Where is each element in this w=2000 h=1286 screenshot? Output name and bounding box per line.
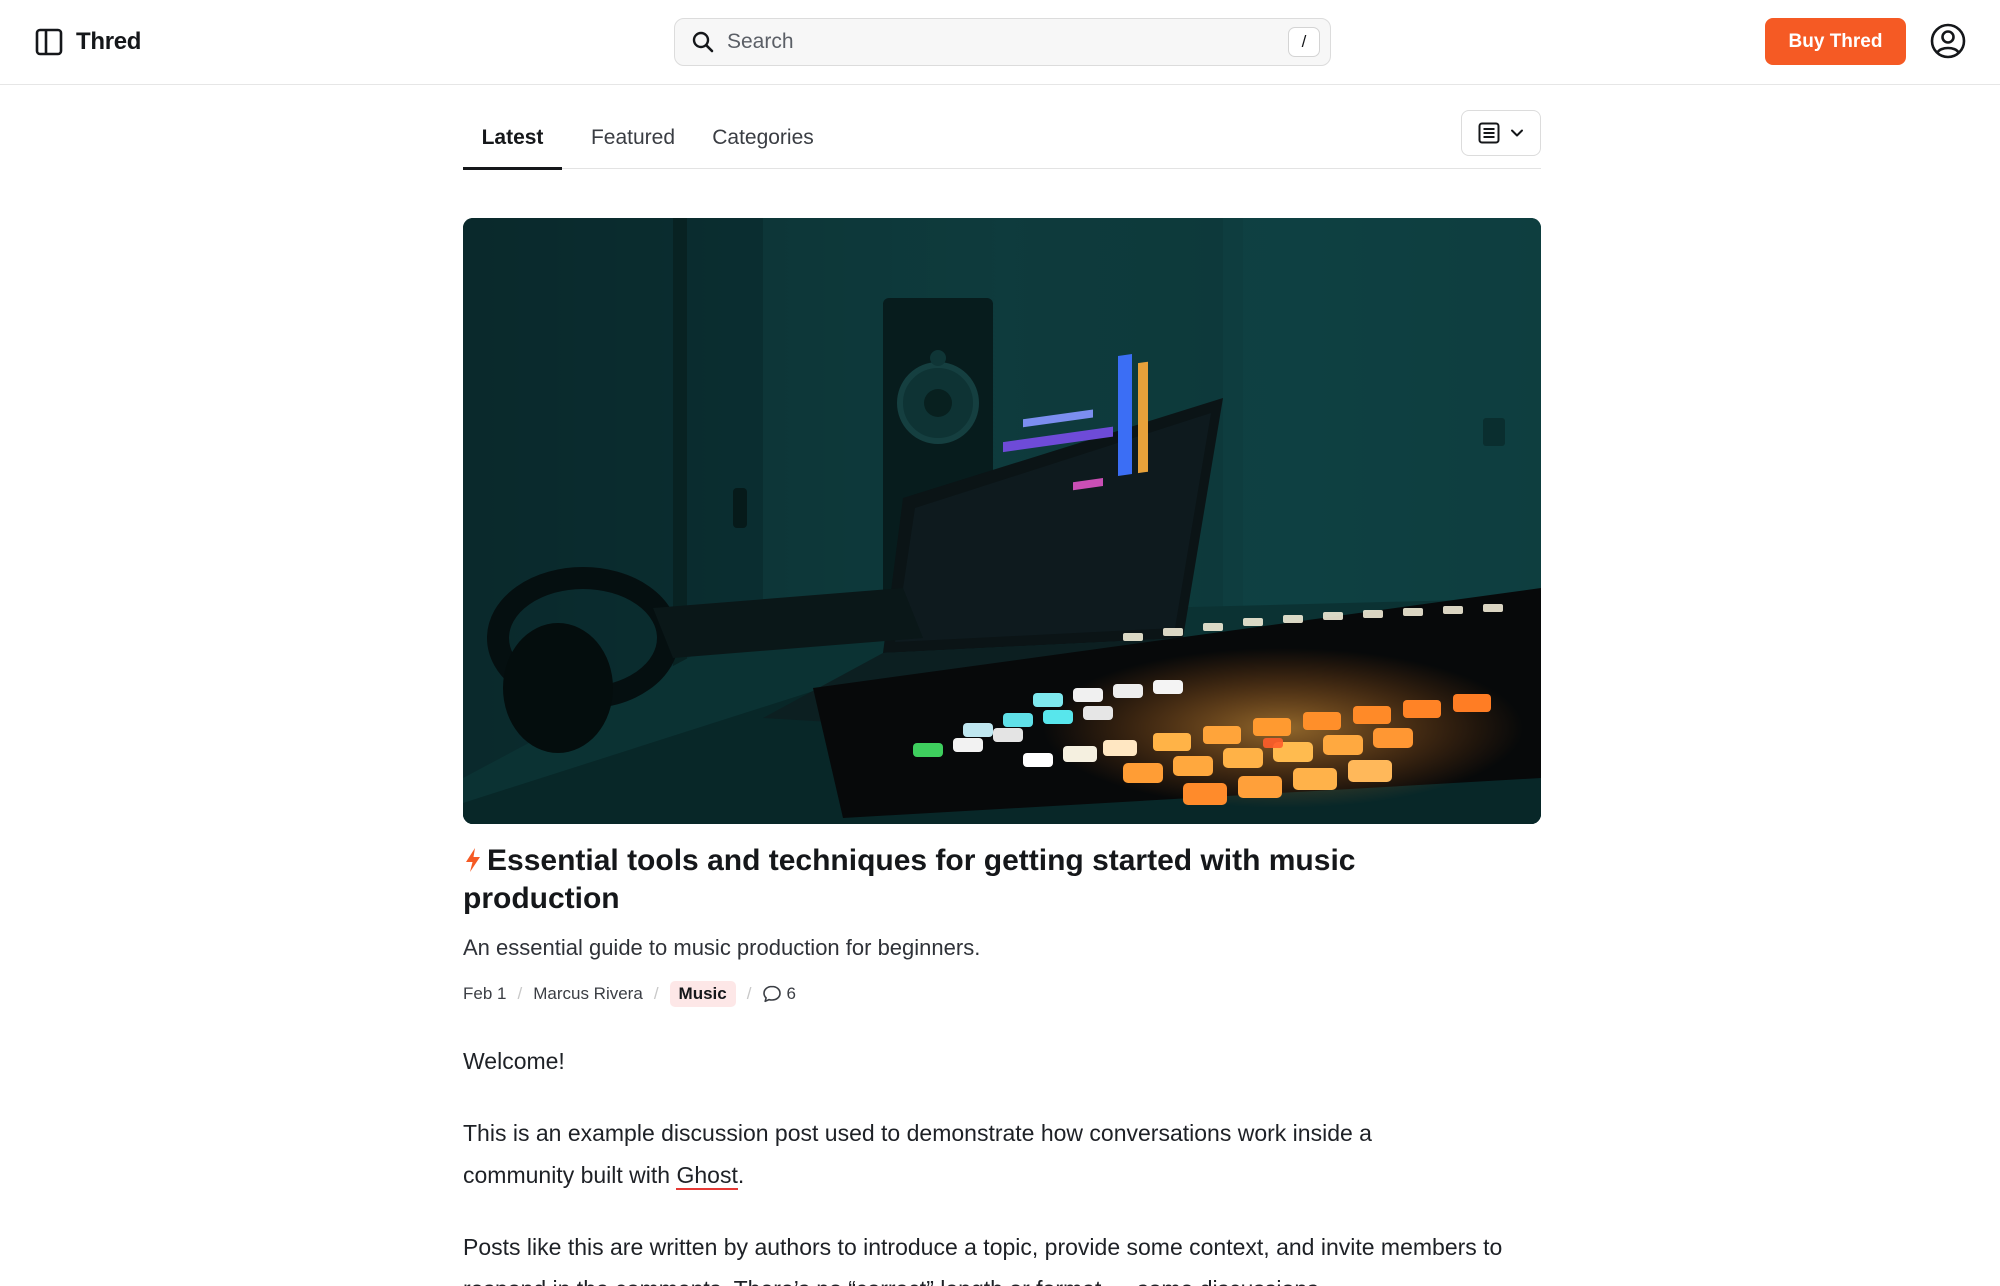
- brand-logo-link[interactable]: Thred: [34, 24, 141, 60]
- post-author[interactable]: Marcus Rivera: [533, 984, 643, 1004]
- tab-featured[interactable]: Featured: [583, 108, 683, 168]
- search-icon: [692, 31, 714, 53]
- post-body-paragraph: Posts like this are written by authors t…: [463, 1234, 1503, 1286]
- comment-count: 6: [786, 984, 796, 1003]
- paragraph-text: This is an example discussion post used …: [463, 1120, 1372, 1188]
- music-studio-illustration: [463, 218, 1541, 824]
- brand-name: Thred: [76, 28, 142, 55]
- search-shortcut-key: /: [1288, 27, 1320, 57]
- meta-separator: /: [746, 984, 752, 1003]
- post-tag[interactable]: Music: [669, 981, 736, 1007]
- lightning-icon: [466, 848, 480, 872]
- post-date: Feb 1: [463, 984, 507, 1003]
- feed-tabs: Latest Featured Categories: [463, 108, 1541, 170]
- post-meta: Feb 1 / Marcus Rivera / Music / 6: [463, 980, 796, 1008]
- meta-separator: /: [653, 984, 659, 1003]
- post-body-welcome: Welcome!: [463, 1048, 565, 1074]
- meta-separator: /: [517, 984, 523, 1003]
- view-mode-dropdown[interactable]: [1461, 110, 1541, 156]
- post-feature-image[interactable]: [463, 218, 1541, 824]
- post-title[interactable]: Essential tools and techniques for getti…: [463, 842, 1363, 918]
- ghost-link[interactable]: Ghost: [676, 1162, 738, 1190]
- post-title-text: Essential tools and techniques for getti…: [463, 844, 1356, 915]
- post-body-paragraph: This is an example discussion post used …: [463, 1112, 1463, 1196]
- paragraph-text-end: .: [737, 1162, 745, 1188]
- comment-icon: [763, 985, 782, 1003]
- search-box[interactable]: Search /: [674, 18, 1331, 66]
- comments-link[interactable]: 6: [762, 984, 796, 1004]
- list-view-icon: [1478, 122, 1500, 144]
- tab-categories[interactable]: Categories: [705, 108, 821, 168]
- search-placeholder: Search: [727, 30, 794, 53]
- buy-thred-button[interactable]: Buy Thred: [1765, 18, 1906, 65]
- chevron-down-icon: [1511, 129, 1523, 137]
- account-icon[interactable]: [1929, 22, 1967, 60]
- sidebar-toggle-icon[interactable]: [34, 27, 64, 57]
- tab-latest[interactable]: Latest: [463, 108, 562, 170]
- top-navbar: Thred Search / Buy Thred: [0, 0, 2000, 85]
- post-excerpt: An essential guide to music production f…: [463, 935, 981, 960]
